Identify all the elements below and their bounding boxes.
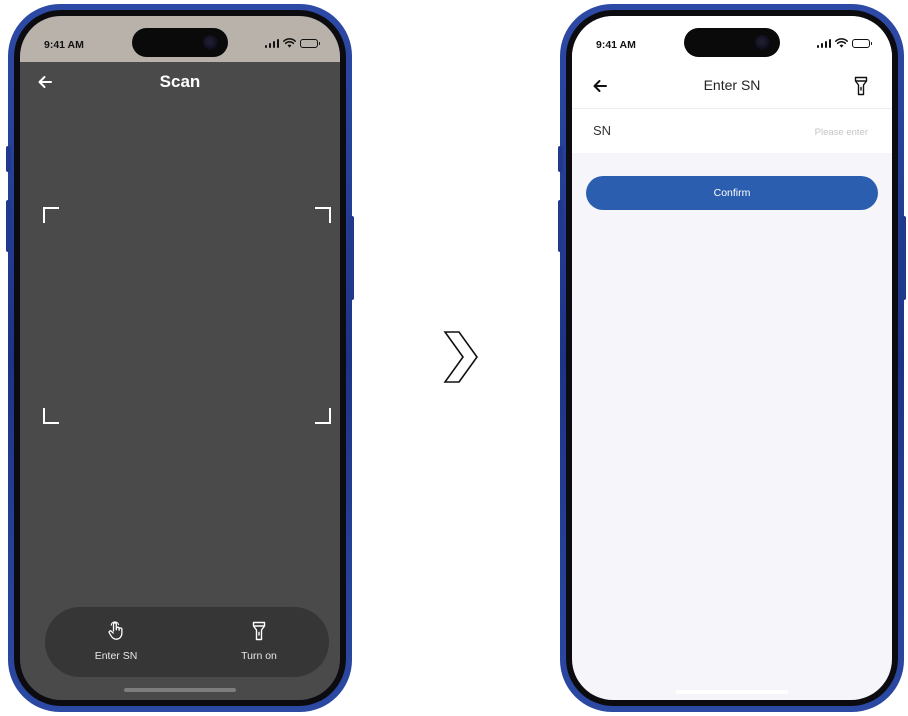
page-title: Scan: [159, 72, 201, 91]
dynamic-island: [132, 28, 228, 57]
wifi-icon: [835, 38, 848, 48]
signal-icon: [816, 38, 831, 48]
power-button: [901, 216, 906, 300]
flashlight-icon[interactable]: [852, 76, 870, 96]
tap-hand-icon: [108, 621, 123, 640]
phone-scan: 9:41 AM Scan Enter SN Turn on: [6, 4, 354, 712]
phone-bezel: 9:41 AM Scan Enter SN Turn on: [14, 10, 346, 706]
volume-button: [558, 200, 563, 252]
scan-corner-top-right: [315, 207, 331, 223]
status-time: 9:41 AM: [44, 39, 84, 51]
status-bar: 9:41 AM: [20, 16, 340, 62]
wifi-icon: [283, 38, 296, 48]
sn-input[interactable]: [726, 121, 870, 143]
status-time: 9:41 AM: [596, 39, 636, 51]
volume-button: [6, 200, 11, 252]
camera-icon: [755, 35, 770, 50]
flashlight-icon: [252, 621, 266, 641]
signal-icon: [264, 38, 279, 48]
home-indicator: [124, 688, 236, 692]
scan-screen: 9:41 AM Scan Enter SN Turn on: [20, 16, 340, 700]
home-indicator: [676, 690, 788, 694]
chevron-right-icon: [443, 331, 478, 383]
scan-corner-top-left: [43, 207, 59, 223]
mute-switch: [6, 146, 11, 172]
dynamic-island: [684, 28, 780, 57]
status-icons: [264, 38, 320, 48]
scan-action-bar: Enter SN Turn on: [45, 607, 329, 677]
turn-on-label: Turn on: [241, 650, 277, 662]
enter-sn-header: Enter SN: [572, 64, 892, 109]
turn-on-flashlight-button[interactable]: Turn on: [209, 621, 309, 662]
confirm-button[interactable]: Confirm: [586, 176, 878, 210]
scan-header: Scan: [20, 62, 340, 102]
sn-field-label: SN: [593, 123, 612, 138]
phone-bezel: 9:41 AM Enter SN SN Please enter Confirm: [566, 10, 898, 706]
status-icons: [816, 38, 872, 48]
enter-sn-label: Enter SN: [94, 650, 138, 662]
battery-icon: [300, 38, 320, 48]
camera-icon: [203, 35, 218, 50]
sn-form-row: SN: [572, 109, 892, 153]
scan-corner-bottom-left: [43, 408, 59, 424]
power-button: [349, 216, 354, 300]
phone-enter-sn: 9:41 AM Enter SN SN Please enter Confirm: [558, 4, 906, 712]
scan-corner-bottom-right: [315, 408, 331, 424]
status-bar: 9:41 AM: [572, 16, 892, 64]
mute-switch: [558, 146, 563, 172]
enter-sn-button[interactable]: Enter SN: [66, 621, 166, 662]
battery-icon: [852, 38, 872, 48]
enter-sn-screen: 9:41 AM Enter SN SN Please enter Confirm: [572, 16, 892, 700]
page-title: Enter SN: [703, 77, 761, 93]
